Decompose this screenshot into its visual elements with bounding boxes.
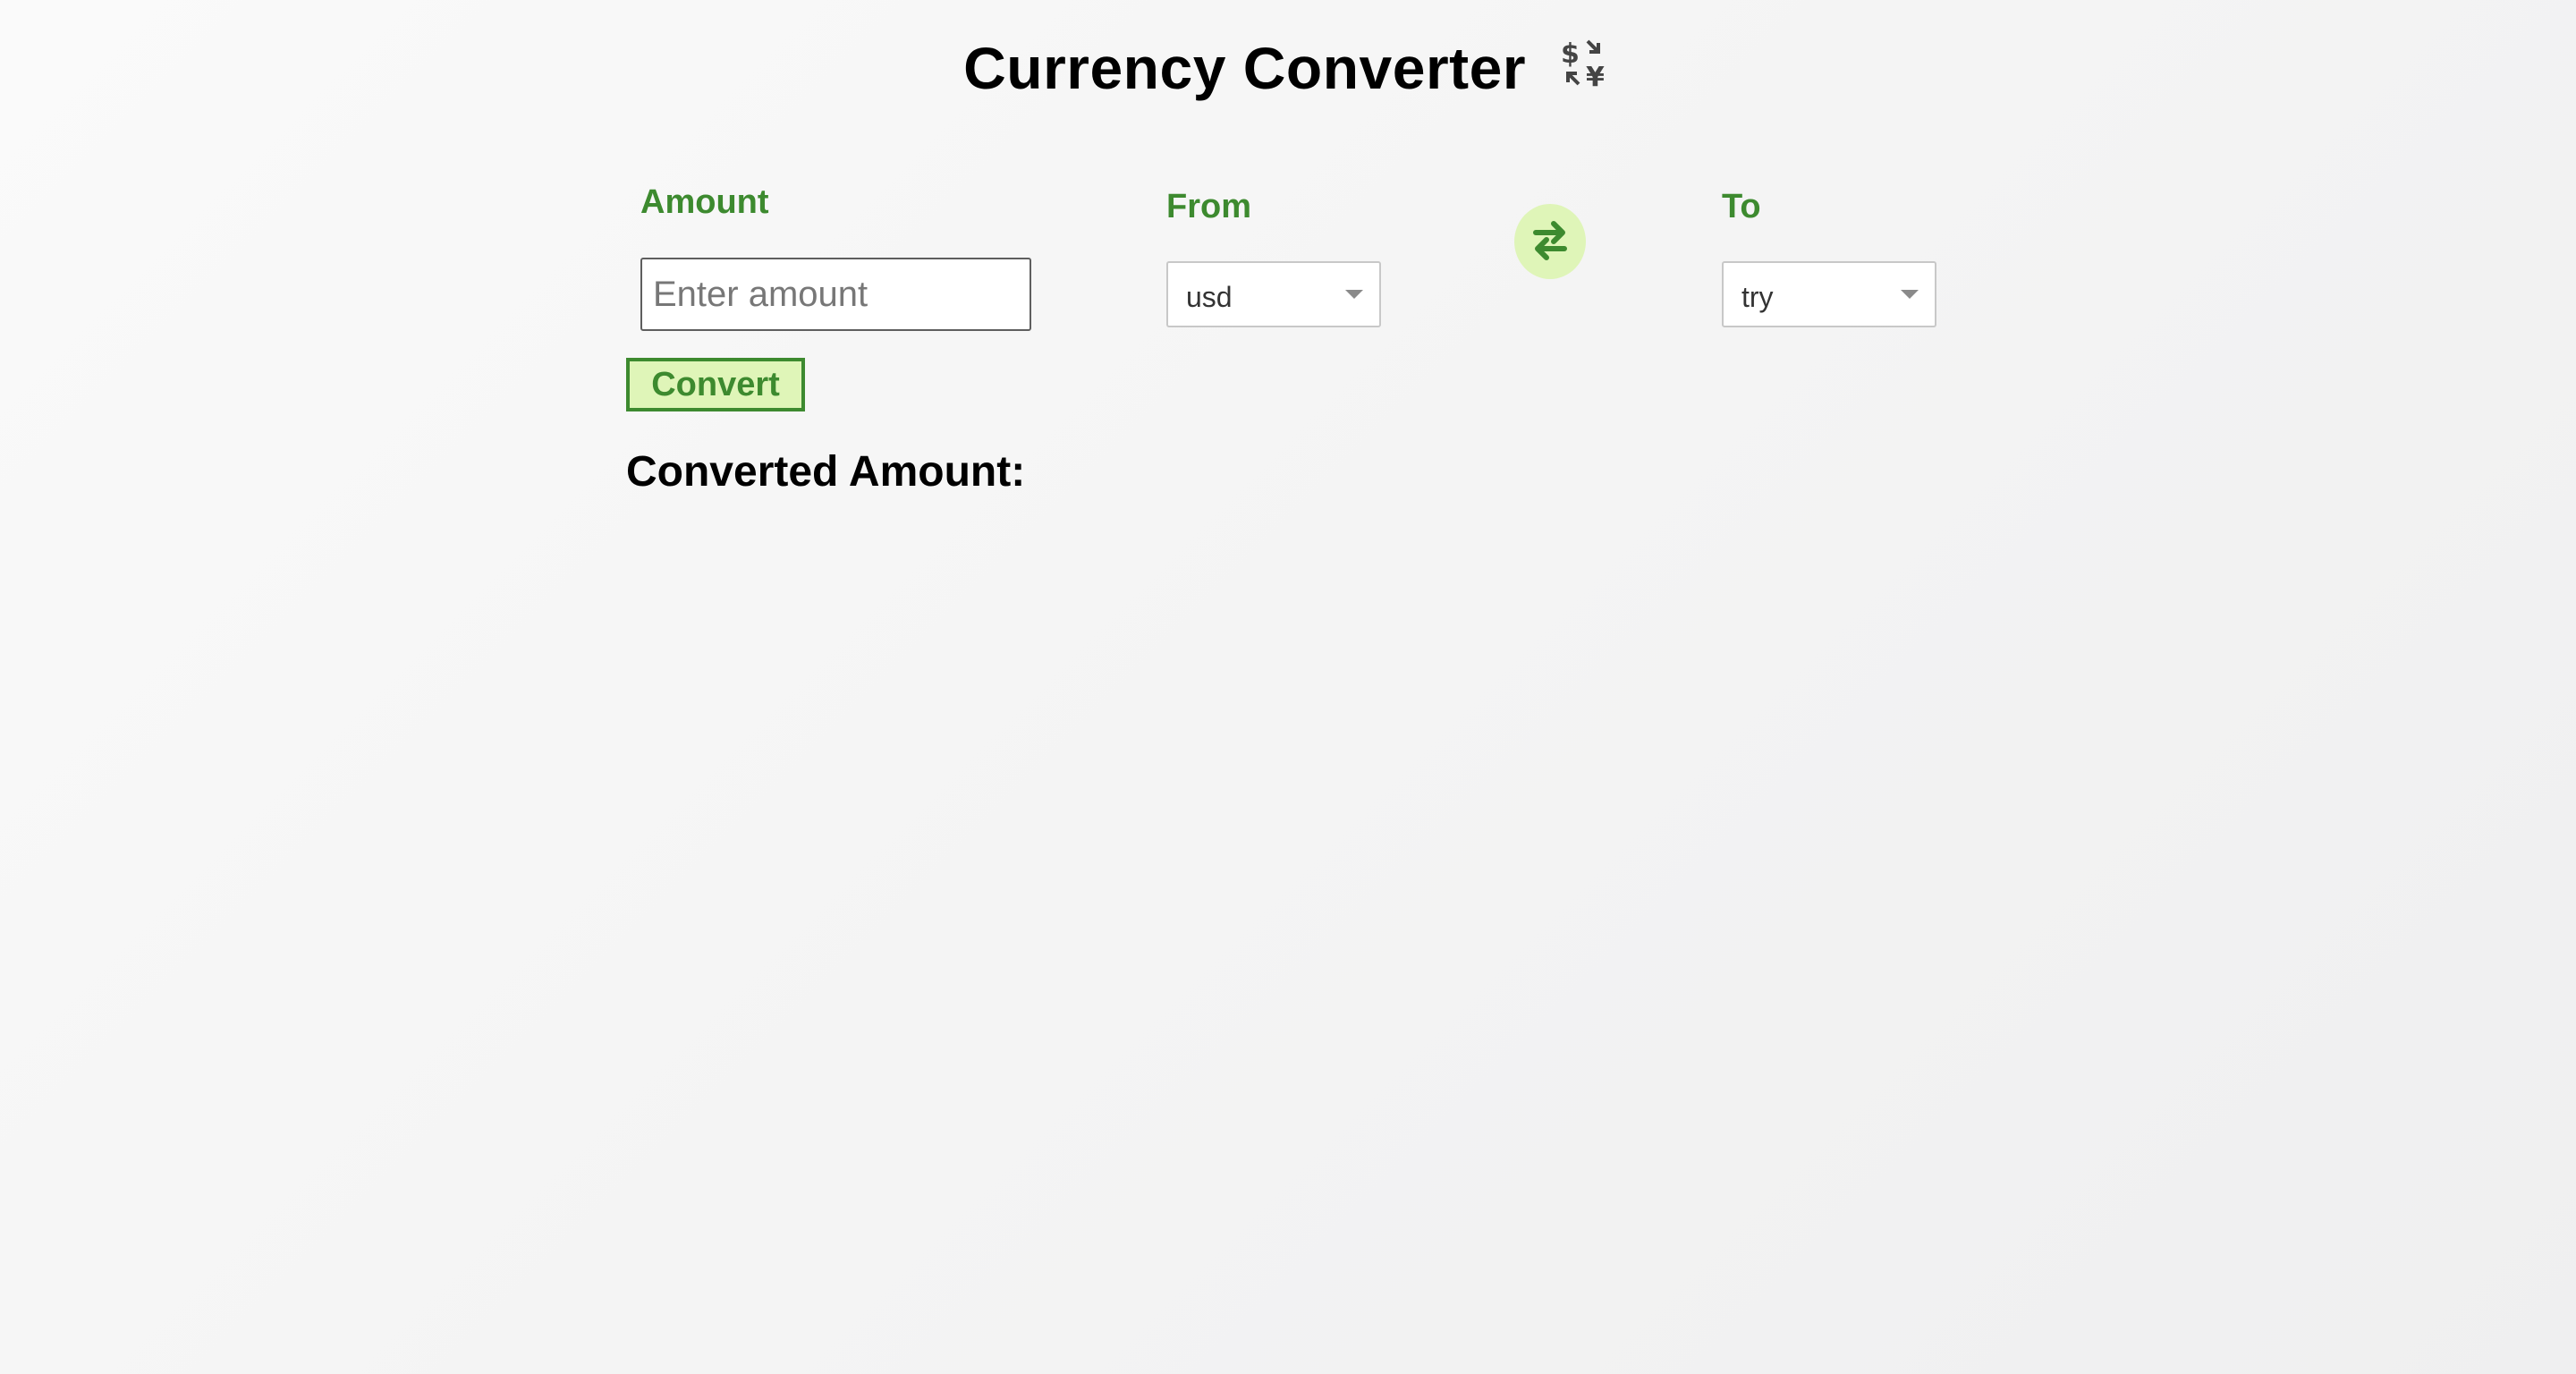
from-currency-select[interactable]: usd bbox=[1166, 261, 1381, 327]
swap-currencies-button[interactable] bbox=[1514, 204, 1586, 279]
to-label: To bbox=[1722, 188, 1761, 225]
currency-exchange-icon: $ ¥ bbox=[1559, 35, 1613, 103]
from-label: From bbox=[1166, 188, 1251, 225]
currency-converter-page: Currency Converter $ ¥ Amount From usd T… bbox=[0, 0, 2576, 1374]
svg-text:¥: ¥ bbox=[1586, 62, 1605, 89]
converted-amount-label: Converted Amount: bbox=[626, 448, 1026, 496]
page-title-text: Currency Converter bbox=[963, 35, 1527, 101]
to-currency-value: try bbox=[1741, 281, 1774, 313]
chevron-down-icon bbox=[1345, 290, 1363, 299]
page-title: Currency Converter $ ¥ bbox=[0, 34, 2576, 103]
from-currency-value: usd bbox=[1186, 281, 1233, 313]
converted-amount: Converted Amount: bbox=[626, 447, 1036, 496]
to-currency-select[interactable]: try bbox=[1722, 261, 1936, 327]
svg-text:$: $ bbox=[1561, 38, 1580, 70]
amount-input[interactable] bbox=[640, 258, 1031, 331]
amount-label: Amount bbox=[640, 183, 769, 221]
swap-arrows-icon bbox=[1529, 218, 1572, 266]
convert-button[interactable]: Convert bbox=[626, 358, 805, 411]
chevron-down-icon bbox=[1901, 290, 1919, 299]
